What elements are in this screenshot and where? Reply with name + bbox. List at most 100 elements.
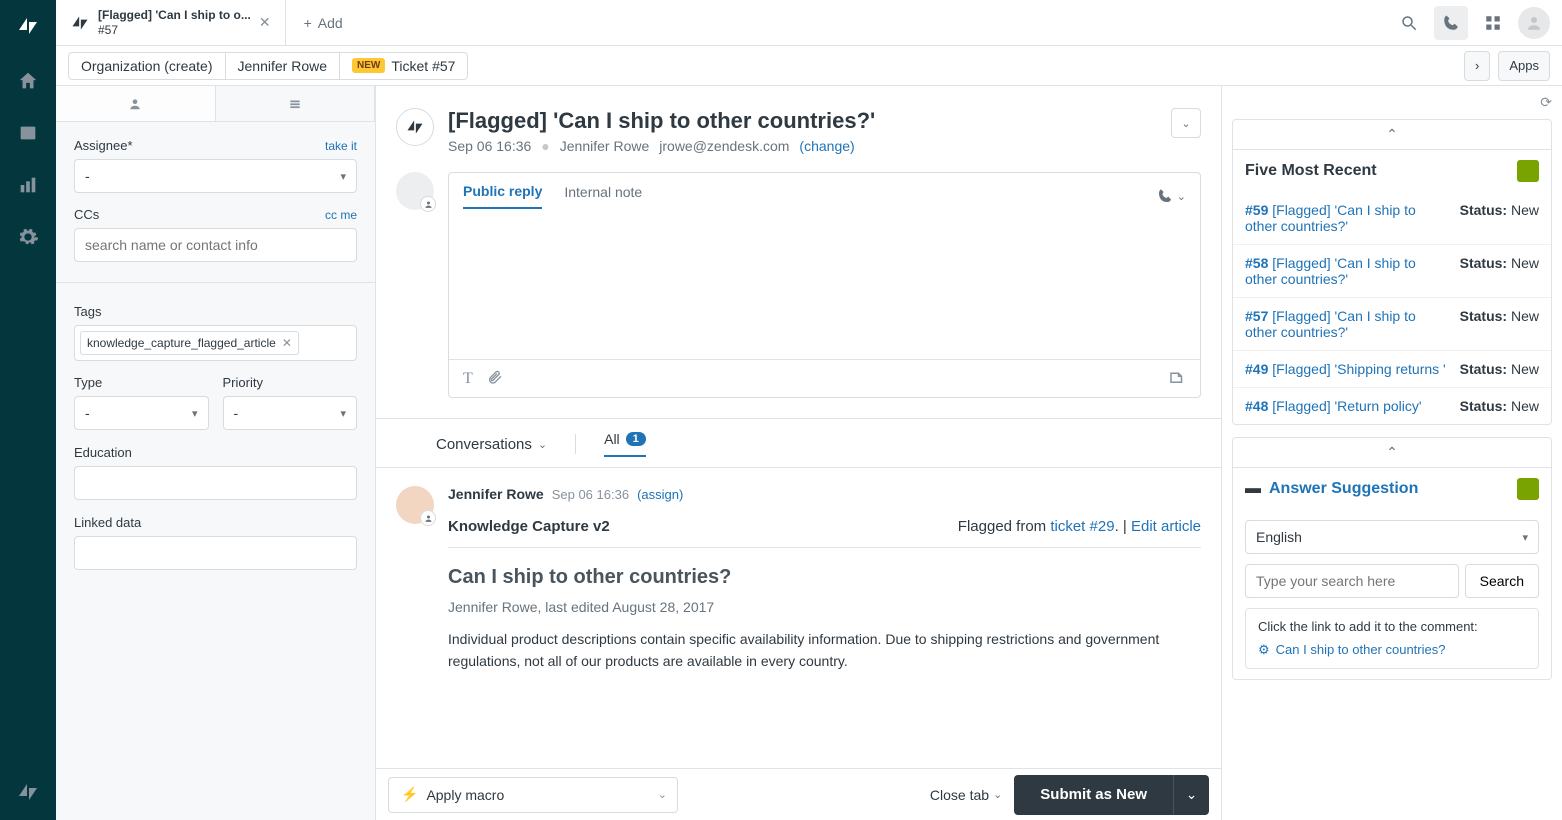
recent-ticket-id[interactable]: #58 <box>1245 255 1268 271</box>
recent-ticket-item[interactable]: #58 [Flagged] 'Can I ship to other count… <box>1233 244 1551 297</box>
internal-note-tab[interactable]: Internal note <box>564 184 642 208</box>
reply-textarea[interactable] <box>449 209 1200 359</box>
source-ticket-link[interactable]: ticket #29 <box>1050 518 1114 535</box>
recent-ticket-title[interactable]: [Flagged] 'Shipping returns ' <box>1272 361 1445 377</box>
recent-ticket-title[interactable]: [Flagged] 'Return policy' <box>1272 398 1421 414</box>
widget-collapse-button[interactable]: ⌃ <box>1233 120 1551 150</box>
knowledge-capture-icon[interactable] <box>1168 368 1186 389</box>
ccs-input-field[interactable] <box>85 237 346 253</box>
suggested-article-text: Can I ship to other countries? <box>1276 642 1446 658</box>
apps-toggle-button[interactable]: Apps <box>1498 51 1550 81</box>
search-button[interactable]: Search <box>1465 564 1539 598</box>
tag-chip[interactable]: knowledge_capture_flagged_article ✕ <box>80 331 299 355</box>
ccs-input[interactable] <box>74 228 357 262</box>
views-icon[interactable] <box>16 121 40 145</box>
recent-ticket-status: Status: New <box>1460 398 1539 414</box>
answer-search-input[interactable] <box>1245 564 1459 598</box>
apply-macro-button[interactable]: ⚡ Apply macro ⌄ <box>388 777 678 813</box>
close-tab-dropdown[interactable]: Close tab ⌄ <box>930 787 1002 803</box>
minus-icon[interactable]: ▬ <box>1245 480 1261 498</box>
chevron-down-icon: ⌄ <box>1186 787 1197 803</box>
education-input[interactable] <box>74 466 357 500</box>
ticket-requester: Jennifer Rowe <box>560 138 650 154</box>
ticket-fields-tab[interactable] <box>216 86 376 122</box>
linked-data-input[interactable] <box>74 536 357 570</box>
recent-ticket-title[interactable]: [Flagged] 'Can I ship to other countries… <box>1245 202 1416 234</box>
ticket-options-button[interactable]: ⌄ <box>1171 108 1201 138</box>
breadcrumb-bar: Organization (create) Jennifer Rowe NEW … <box>56 46 1562 86</box>
recent-ticket-status: Status: New <box>1460 308 1539 340</box>
widget-collapse-button[interactable]: ⌃ <box>1233 438 1551 468</box>
recent-ticket-title[interactable]: [Flagged] 'Can I ship to other countries… <box>1245 308 1416 340</box>
reply-editor: Public reply Internal note ⌄ T <box>448 172 1201 398</box>
submit-dropdown-button[interactable]: ⌄ <box>1173 775 1209 815</box>
public-reply-tab[interactable]: Public reply <box>463 183 542 209</box>
close-tab-label: Close tab <box>930 787 989 803</box>
assign-link[interactable]: (assign) <box>637 487 683 502</box>
search-icon[interactable] <box>1392 6 1426 40</box>
conversations-dropdown[interactable]: Conversations ⌄ <box>436 436 547 453</box>
ticket-timestamp: Sep 06 16:36 <box>448 138 531 154</box>
tags-field[interactable]: knowledge_capture_flagged_article ✕ <box>74 325 357 361</box>
call-icon[interactable] <box>1434 6 1468 40</box>
admin-gear-icon[interactable] <box>16 225 40 249</box>
breadcrumb-ticket[interactable]: NEW Ticket #57 <box>339 52 468 80</box>
agent-avatar <box>396 172 434 210</box>
recent-ticket-item[interactable]: #48 [Flagged] 'Return policy' Status: New <box>1233 387 1551 424</box>
recent-ticket-id[interactable]: #59 <box>1245 202 1268 218</box>
language-value: English <box>1256 529 1302 545</box>
author-badge-icon <box>420 510 436 526</box>
refresh-icon[interactable]: ⟳ <box>1540 94 1552 111</box>
flagged-from: Flagged from ticket #29. | Edit article <box>958 518 1201 535</box>
recent-ticket-item[interactable]: #57 [Flagged] 'Can I ship to other count… <box>1233 297 1551 350</box>
conversations-label: Conversations <box>436 436 532 453</box>
recent-ticket-item[interactable]: #49 [Flagged] 'Shipping returns 'Status:… <box>1233 350 1551 387</box>
edit-article-link[interactable]: Edit article <box>1131 518 1201 535</box>
chevron-down-icon: ▾ <box>340 407 346 420</box>
chevron-down-icon: ⌄ <box>1177 190 1186 203</box>
priority-select[interactable]: - ▾ <box>223 396 358 430</box>
text-format-icon[interactable]: T <box>463 370 473 388</box>
meta-dot: ● <box>541 138 549 154</box>
tab-title-line-2: #57 <box>98 23 251 37</box>
type-label: Type <box>74 375 209 390</box>
assignee-select[interactable]: - ▾ <box>74 159 357 193</box>
hint-text: Click the link to add it to the comment: <box>1258 619 1526 634</box>
comment-author-avatar <box>396 486 434 524</box>
language-select[interactable]: English ▾ <box>1245 520 1539 554</box>
home-icon[interactable] <box>16 69 40 93</box>
recent-ticket-status: Status: New <box>1460 202 1539 234</box>
next-ticket-button[interactable]: › <box>1464 51 1490 81</box>
recent-ticket-title[interactable]: [Flagged] 'Can I ship to other countries… <box>1245 255 1416 287</box>
apps-grid-icon[interactable] <box>1476 6 1510 40</box>
profile-avatar[interactable] <box>1518 7 1550 39</box>
zendesk-bottom-icon[interactable] <box>16 780 40 804</box>
recent-ticket-id[interactable]: #49 <box>1245 361 1268 377</box>
chevron-down-icon: ⌄ <box>1181 117 1190 130</box>
change-requester-link[interactable]: (change) <box>799 138 854 154</box>
type-select[interactable]: - ▾ <box>74 396 209 430</box>
breadcrumb-organization[interactable]: Organization (create) <box>68 52 226 80</box>
recent-ticket-item[interactable]: #59 [Flagged] 'Can I ship to other count… <box>1233 192 1551 244</box>
suggested-article-link[interactable]: ⚙ Can I ship to other countries? <box>1258 642 1526 658</box>
call-dropdown[interactable]: ⌄ <box>1157 188 1186 204</box>
linked-data-field[interactable] <box>85 545 346 561</box>
user-tab[interactable] <box>56 86 216 122</box>
remove-tag-icon[interactable]: ✕ <box>282 336 292 350</box>
recent-title: Five Most Recent <box>1245 162 1377 180</box>
conversations-all-tab[interactable]: All 1 <box>604 431 646 457</box>
ticket-tab[interactable]: [Flagged] 'Can I ship to o... #57 ✕ <box>56 0 286 45</box>
breadcrumb-user[interactable]: Jennifer Rowe <box>225 52 341 80</box>
attachment-icon[interactable] <box>487 369 503 388</box>
reporting-icon[interactable] <box>16 173 40 197</box>
close-tab-icon[interactable]: ✕ <box>259 14 271 31</box>
recent-ticket-id[interactable]: #48 <box>1245 398 1268 414</box>
education-field[interactable] <box>85 475 346 491</box>
recent-ticket-id[interactable]: #57 <box>1245 308 1268 324</box>
ccs-label: CCs <box>74 207 99 222</box>
cc-me-link[interactable]: cc me <box>325 208 357 222</box>
add-tab-button[interactable]: + Add <box>286 0 361 45</box>
take-it-link[interactable]: take it <box>325 139 357 153</box>
submit-button[interactable]: Submit as New <box>1014 775 1173 815</box>
answer-suggestion-widget: ⌃ ▬ Answer Suggestion English ▾ <box>1232 437 1552 680</box>
